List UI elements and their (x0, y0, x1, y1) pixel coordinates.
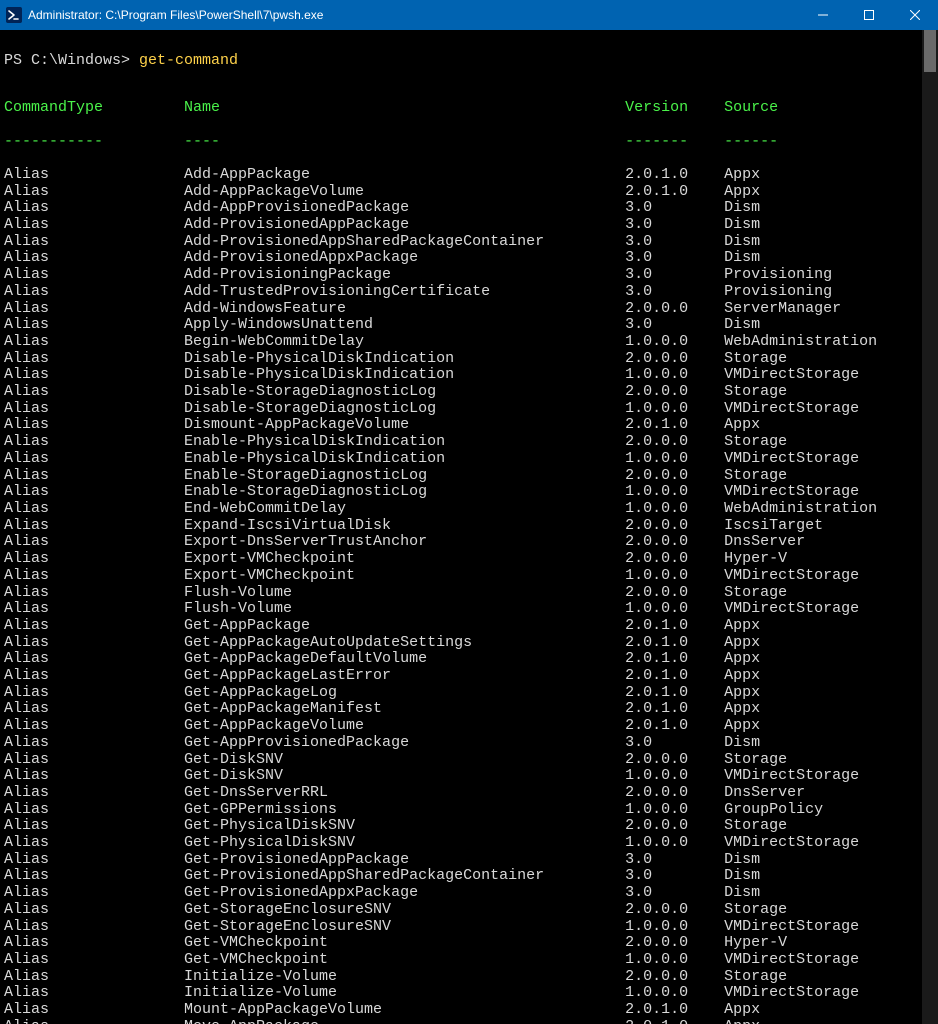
output-row: Alias Disable-StorageDiagnosticLog 2.0.0… (4, 384, 938, 401)
output-row: Alias Get-ProvisionedAppPackage 3.0 Dism (4, 852, 938, 869)
vertical-scrollbar[interactable] (922, 30, 938, 1024)
output-row: Alias Get-VMCheckpoint 2.0.0.0 Hyper-V (4, 935, 938, 952)
output-row: Alias Get-AppPackageLastError 2.0.1.0 Ap… (4, 668, 938, 685)
output-row: Alias Flush-Volume 1.0.0.0 VMDirectStora… (4, 601, 938, 618)
output-row: Alias Enable-StorageDiagnosticLog 1.0.0.… (4, 484, 938, 501)
close-button[interactable] (892, 0, 938, 30)
output-row: Alias Get-GPPermissions 1.0.0.0 GroupPol… (4, 802, 938, 819)
output-row: Alias Get-ProvisionedAppSharedPackageCon… (4, 868, 938, 885)
output-row: Alias Enable-StorageDiagnosticLog 2.0.0.… (4, 468, 938, 485)
output-row: Alias Add-AppPackage 2.0.1.0 Appx (4, 167, 938, 184)
output-row: Alias Add-TrustedProvisioningCertificate… (4, 284, 938, 301)
output-row: Alias Move-AppPackage 2.0.1.0 Appx (4, 1019, 938, 1024)
output-row: Alias Disable-PhysicalDiskIndication 1.0… (4, 367, 938, 384)
output-row: Alias Export-VMCheckpoint 2.0.0.0 Hyper-… (4, 551, 938, 568)
output-row: Alias Disable-PhysicalDiskIndication 2.0… (4, 351, 938, 368)
output-row: Alias Dismount-AppPackageVolume 2.0.1.0 … (4, 417, 938, 434)
terminal-text: PS C:\Windows> get-command CommandType N… (0, 30, 938, 1024)
output-row: Alias Expand-IscsiVirtualDisk 2.0.0.0 Is… (4, 518, 938, 535)
output-row: Alias Apply-WindowsUnattend 3.0 Dism (4, 317, 938, 334)
output-row: Alias Get-AppProvisionedPackage 3.0 Dism (4, 735, 938, 752)
output-row: Alias Add-ProvisionedAppSharedPackageCon… (4, 234, 938, 251)
prompt-path: PS C:\Windows> (4, 52, 139, 69)
output-row: Alias Begin-WebCommitDelay 1.0.0.0 WebAd… (4, 334, 938, 351)
maximize-button[interactable] (846, 0, 892, 30)
output-row: Alias Initialize-Volume 2.0.0.0 Storage (4, 969, 938, 986)
output-row: Alias Get-StorageEnclosureSNV 1.0.0.0 VM… (4, 919, 938, 936)
output-row: Alias Enable-PhysicalDiskIndication 1.0.… (4, 451, 938, 468)
output-row: Alias Flush-Volume 2.0.0.0 Storage (4, 585, 938, 602)
output-row: Alias Add-ProvisioningPackage 3.0 Provis… (4, 267, 938, 284)
output-row: Alias Get-PhysicalDiskSNV 1.0.0.0 VMDire… (4, 835, 938, 852)
window-title: Administrator: C:\Program Files\PowerShe… (28, 8, 323, 22)
output-row: Alias Add-AppProvisionedPackage 3.0 Dism (4, 200, 938, 217)
window-titlebar: Administrator: C:\Program Files\PowerShe… (0, 0, 938, 30)
output-row: Alias Get-DnsServerRRL 2.0.0.0 DnsServer (4, 785, 938, 802)
output-header-row: CommandType Name Version Source (4, 100, 938, 117)
output-row: Alias Get-PhysicalDiskSNV 2.0.0.0 Storag… (4, 818, 938, 835)
output-row: Alias Get-AppPackageDefaultVolume 2.0.1.… (4, 651, 938, 668)
prompt-command: get-command (139, 52, 238, 69)
output-row: Alias Get-AppPackageVolume 2.0.1.0 Appx (4, 718, 938, 735)
output-row: Alias Add-ProvisionedAppPackage 3.0 Dism (4, 217, 938, 234)
output-row: Alias Mount-AppPackageVolume 2.0.1.0 App… (4, 1002, 938, 1019)
output-row: Alias Export-DnsServerTrustAnchor 2.0.0.… (4, 534, 938, 551)
output-row: Alias Get-AppPackageAutoUpdateSettings 2… (4, 635, 938, 652)
output-row: Alias Get-DiskSNV 1.0.0.0 VMDirectStorag… (4, 768, 938, 785)
output-row: Alias Add-AppPackageVolume 2.0.1.0 Appx (4, 184, 938, 201)
output-row: Alias Enable-PhysicalDiskIndication 2.0.… (4, 434, 938, 451)
output-row: Alias End-WebCommitDelay 1.0.0.0 WebAdmi… (4, 501, 938, 518)
output-row: Alias Get-DiskSNV 2.0.0.0 Storage (4, 752, 938, 769)
output-row: Alias Export-VMCheckpoint 1.0.0.0 VMDire… (4, 568, 938, 585)
minimize-button[interactable] (800, 0, 846, 30)
output-row: Alias Get-VMCheckpoint 1.0.0.0 VMDirectS… (4, 952, 938, 969)
output-row: Alias Get-StorageEnclosureSNV 2.0.0.0 St… (4, 902, 938, 919)
output-row: Alias Get-AppPackageManifest 2.0.1.0 App… (4, 701, 938, 718)
output-row: Alias Disable-StorageDiagnosticLog 1.0.0… (4, 401, 938, 418)
output-row: Alias Initialize-Volume 1.0.0.0 VMDirect… (4, 985, 938, 1002)
output-dash-row: ----------- ---- ------- ------ (4, 134, 938, 151)
output-row: Alias Add-ProvisionedAppxPackage 3.0 Dis… (4, 250, 938, 267)
output-row: Alias Get-AppPackageLog 2.0.1.0 Appx (4, 685, 938, 702)
powershell-icon (6, 7, 22, 23)
output-row: Alias Add-WindowsFeature 2.0.0.0 ServerM… (4, 301, 938, 318)
output-row: Alias Get-ProvisionedAppxPackage 3.0 Dis… (4, 885, 938, 902)
scrollbar-thumb[interactable] (924, 30, 936, 72)
terminal-area[interactable]: PS C:\Windows> get-command CommandType N… (0, 30, 938, 1024)
output-row: Alias Get-AppPackage 2.0.1.0 Appx (4, 618, 938, 635)
